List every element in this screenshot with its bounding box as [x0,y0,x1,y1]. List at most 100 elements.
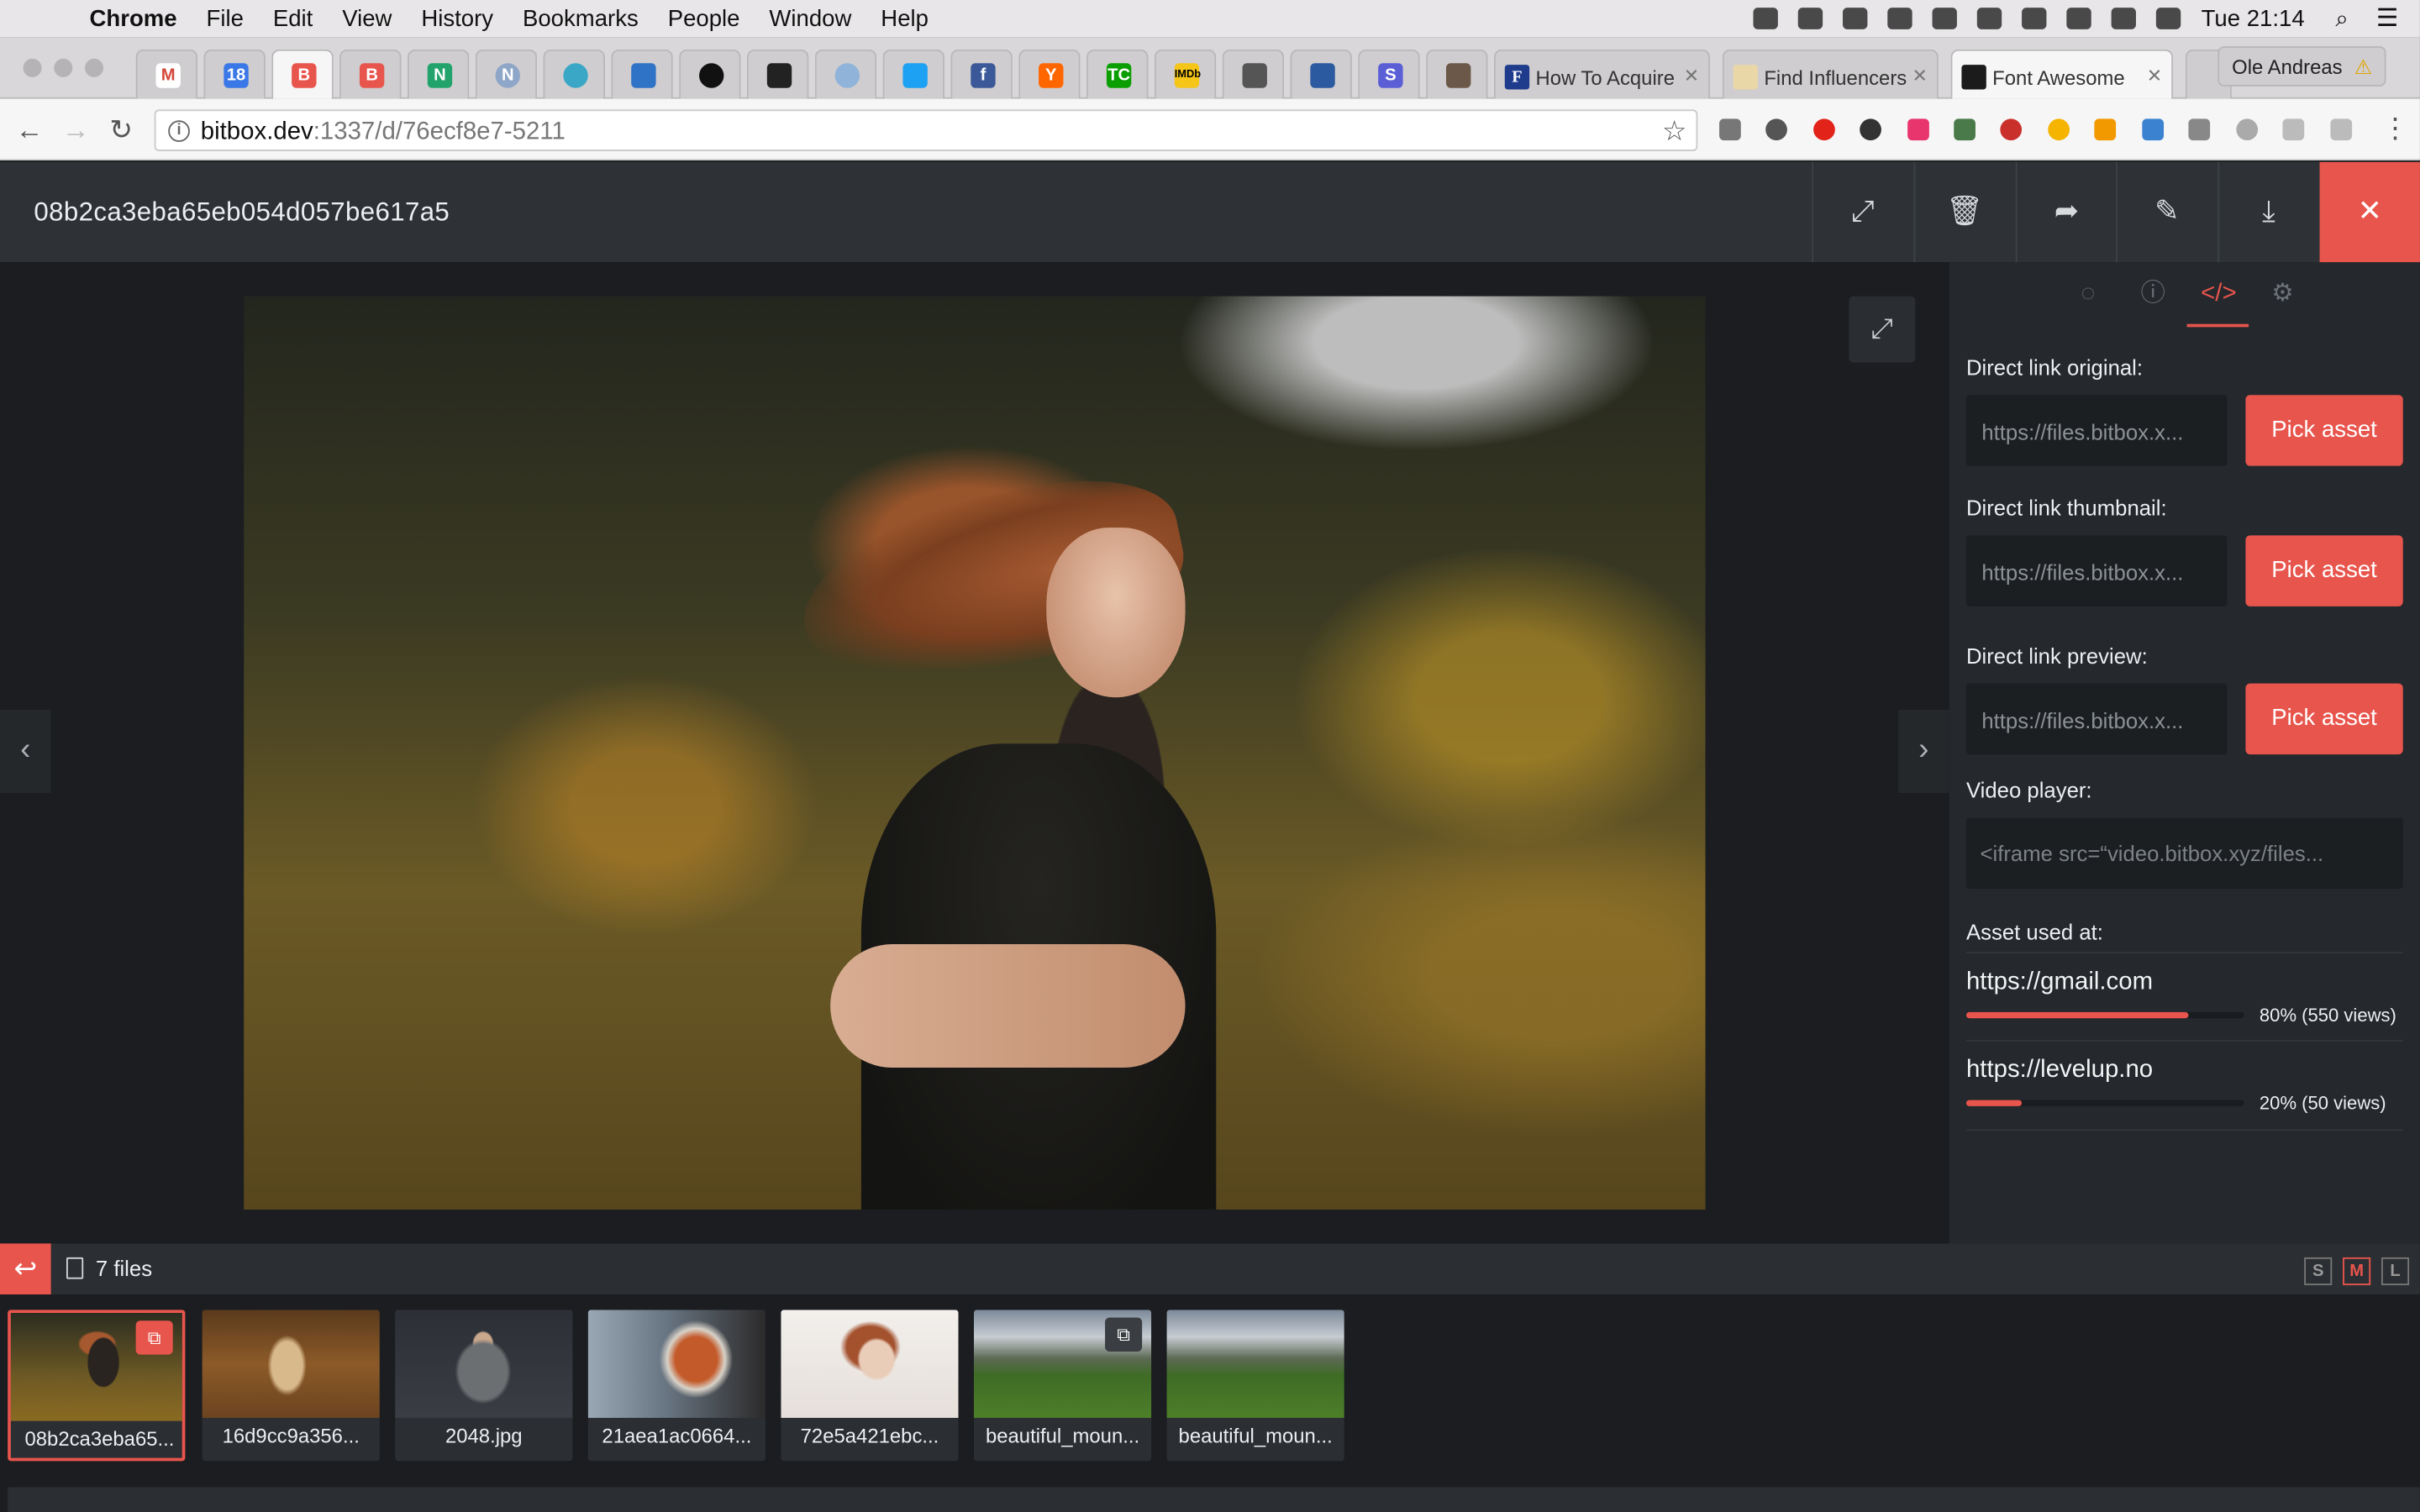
tab-hackernews[interactable]: Y [1018,49,1081,99]
profile-button[interactable]: Ole Andreas ⚠ [2217,46,2386,87]
menu-app-name[interactable]: Chrome [90,5,177,31]
menu-clock[interactable]: Tue 21:14 [2202,5,2305,31]
camera-icon[interactable] [1907,118,1929,141]
window-minimize-dot[interactable] [54,58,73,77]
reload-icon[interactable]: ↻ [109,114,133,145]
notification-center-icon[interactable]: ☰ [2376,3,2398,34]
apple-icon[interactable] [34,5,61,33]
tray-icon[interactable] [1843,8,1868,29]
menu-history[interactable]: History [421,5,493,31]
tab-bitbox[interactable]: B [339,49,402,99]
pick-asset-thumbnail-button[interactable]: Pick asset [2245,535,2403,606]
tray-icon[interactable] [1887,8,1913,29]
tab-s[interactable]: S [1358,49,1420,99]
thumbnail[interactable]: 16d9cc9a356... [202,1310,380,1462]
back-button[interactable]: ↩ [0,1243,51,1294]
imdb-ext-icon[interactable] [2330,118,2353,141]
back-arrow-icon[interactable]: ← [15,114,43,145]
close-icon[interactable]: ✕ [1912,65,1928,87]
info-icon[interactable]: i [168,120,190,142]
tab-find-influencers[interactable]: Find Influencers ✕ [1722,49,1939,99]
tab-n[interactable]: N [407,49,470,99]
thumbnail-scrollbar[interactable] [8,1487,2420,1512]
forward-arrow-icon[interactable]: → [61,114,89,145]
tray-icon[interactable] [1753,8,1779,29]
tray-icon[interactable] [1798,8,1823,29]
size-small-button[interactable]: S [2304,1257,2333,1285]
tray-icon[interactable] [2022,8,2047,29]
tab-imdb[interactable]: IMDb [1154,49,1217,99]
duplicate-icon[interactable]: ⧉ [1105,1317,1143,1352]
pick-asset-original-button[interactable]: Pick asset [2245,395,2403,466]
next-button[interactable]: › [1898,709,1949,794]
edit-button[interactable]: ✎ [2116,161,2216,263]
fullscreen-button[interactable]: ⤢ [1812,161,1912,263]
window-close-dot[interactable] [23,58,42,77]
direct-link-preview-field[interactable]: https://files.bitbox.x... [1965,683,2228,755]
extension-icon[interactable] [1954,118,1975,141]
comments-icon[interactable]: ◌ [2071,278,2105,312]
bookmark-star-icon[interactable]: ☆ [1662,116,1687,149]
preview-image[interactable] [244,296,1706,1210]
battery-icon[interactable] [2112,8,2137,29]
tab-analytics[interactable] [1290,49,1352,99]
thumbnail[interactable]: beautiful_moun... [1166,1310,1344,1462]
tab-github[interactable] [679,49,741,99]
thumbnail[interactable]: 2048.jpg [395,1310,573,1462]
usage-url[interactable]: https://levelup.no [1966,1057,2153,1084]
menu-people[interactable]: People [668,5,740,31]
tab-how-to-acquire[interactable]: F How To Acquire ✕ [1493,49,1711,99]
delete-button[interactable]: 🗑 [1913,161,2014,263]
menu-edit[interactable]: Edit [273,5,313,31]
download-button[interactable]: ⤓ [2217,161,2317,263]
menu-bookmarks[interactable]: Bookmarks [523,5,639,31]
tab-reddit[interactable] [814,49,877,99]
thumbnail[interactable]: ⧉ beautiful_moun... [973,1310,1152,1462]
tray-icon[interactable] [1933,8,1958,29]
tab-font-awesome[interactable]: Font Awesome ✕ [1950,49,2174,99]
size-medium-button[interactable]: M [2343,1257,2371,1285]
code-icon[interactable]: </> [2201,278,2237,312]
duplicate-icon[interactable]: ⧉ [135,1320,173,1355]
colorpicker-icon[interactable] [2048,118,2070,141]
direct-link-thumbnail-field[interactable]: https://files.bitbox.x... [1965,535,2228,606]
menu-file[interactable]: File [207,5,244,31]
tab-app2[interactable] [746,49,809,99]
thumbnail[interactable]: 21aea1ac0664... [587,1310,766,1462]
tab-calendar[interactable]: 18 [203,49,266,99]
tab-techcrunch[interactable]: TC [1086,49,1149,99]
close-button[interactable]: ✕ [2319,161,2420,263]
window-zoom-dot[interactable] [85,58,104,77]
wifi-icon[interactable] [2066,8,2092,29]
video-embed-field[interactable]: <iframe src=“video.bitbox.xyz/files... [1965,817,2403,889]
opera-icon[interactable] [1813,118,1835,141]
info-circle-icon[interactable]: ⓘ [2136,278,2170,312]
menu-view[interactable]: View [342,5,392,31]
tab-profile-photo[interactable] [1426,49,1488,99]
tab-bucket[interactable] [611,49,673,99]
size-large-button[interactable]: L [2381,1257,2410,1285]
previous-button[interactable]: ‹ [0,709,51,794]
adblock-icon[interactable] [2000,118,2023,141]
menu-window[interactable]: Window [769,5,851,31]
expand-button[interactable]: ⤢ [1849,296,1916,363]
close-icon[interactable]: ✕ [1684,65,1699,87]
css-icon[interactable] [2282,118,2305,141]
tab-bitbox-active[interactable]: B [271,49,334,99]
extension-icon[interactable] [2142,118,2165,141]
sync-icon[interactable] [1765,118,1787,141]
extension-icon[interactable] [2236,118,2259,141]
tray-icon[interactable] [1977,8,2002,29]
pick-asset-preview-button[interactable]: Pick asset [2245,683,2403,755]
spotlight-search-icon[interactable]: ⌕ [2335,5,2348,31]
menu-help[interactable]: Help [881,5,929,31]
thumbnail[interactable]: ⧉ 08b2ca3eba65... [8,1310,186,1462]
tab-gmail[interactable]: M [135,49,198,99]
chrome-menu-icon[interactable]: ⋮ [2381,113,2409,144]
off-icon[interactable] [2094,118,2117,141]
settings-gear-icon[interactable]: ⚙ [2265,278,2299,312]
tab-n-circle[interactable]: N [475,49,538,99]
direct-link-original-field[interactable]: https://files.bitbox.x... [1965,395,2228,466]
tab-facebook[interactable]: f [950,49,1013,99]
thumbnail[interactable]: 72e5a421ebc... [781,1310,959,1462]
